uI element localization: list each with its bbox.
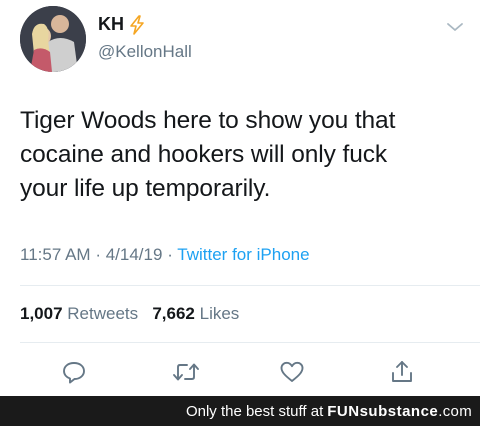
footer-brand-com: .com	[438, 402, 472, 420]
divider	[20, 342, 480, 343]
tweet-card: KH @KellonHall Tiger Woods here to show …	[0, 0, 480, 396]
retweets-stat[interactable]: 1,007 Retweets	[20, 304, 138, 323]
tweet-stats: 1,007 Retweets 7,662 Likes	[20, 304, 239, 324]
author-handle[interactable]: @KellonHall	[98, 42, 192, 62]
tweet-text-line: cocaine and hookers will only fuck	[20, 141, 388, 168]
footer-brand-substance: substance	[359, 402, 439, 420]
likes-stat[interactable]: 7,662 Likes	[152, 304, 239, 323]
display-name[interactable]: KH	[98, 14, 124, 35]
chevron-down-icon[interactable]	[446, 20, 464, 32]
tweet-meta: 11:57 AM · 4/14/19 · Twitter for iPhone	[20, 245, 310, 265]
footer-brand-fun: FUN	[327, 402, 360, 420]
author-name-row: KH	[98, 14, 146, 35]
watermark-footer: Only the best stuff at FUN substance .com	[0, 396, 480, 426]
retweet-icon[interactable]	[170, 356, 202, 388]
like-icon[interactable]	[276, 356, 308, 388]
tweet-source-link[interactable]: Twitter for iPhone	[177, 245, 309, 264]
tweet-text: Tiger Woods here to show you that cocain…	[20, 104, 460, 206]
tweet-date[interactable]: 4/14/19	[106, 245, 163, 264]
divider	[20, 285, 480, 286]
tweet-actions	[0, 356, 480, 388]
share-icon[interactable]	[386, 356, 418, 388]
reply-icon[interactable]	[58, 356, 90, 388]
lightning-bolt-icon	[128, 14, 146, 35]
footer-tagline: Only the best stuff at	[185, 402, 324, 420]
retweets-label: Retweets	[67, 304, 139, 323]
retweets-count: 1,007	[20, 304, 63, 323]
likes-label: Likes	[199, 304, 240, 323]
meta-separator: ·	[95, 245, 101, 264]
avatar[interactable]	[20, 6, 86, 72]
meta-separator: ·	[167, 245, 173, 264]
tweet-time[interactable]: 11:57 AM	[20, 245, 91, 264]
likes-count: 7,662	[152, 304, 195, 323]
tweet-text-line: your life up temporarily.	[20, 175, 271, 202]
tweet-text-line: Tiger Woods here to show you that	[20, 107, 396, 134]
